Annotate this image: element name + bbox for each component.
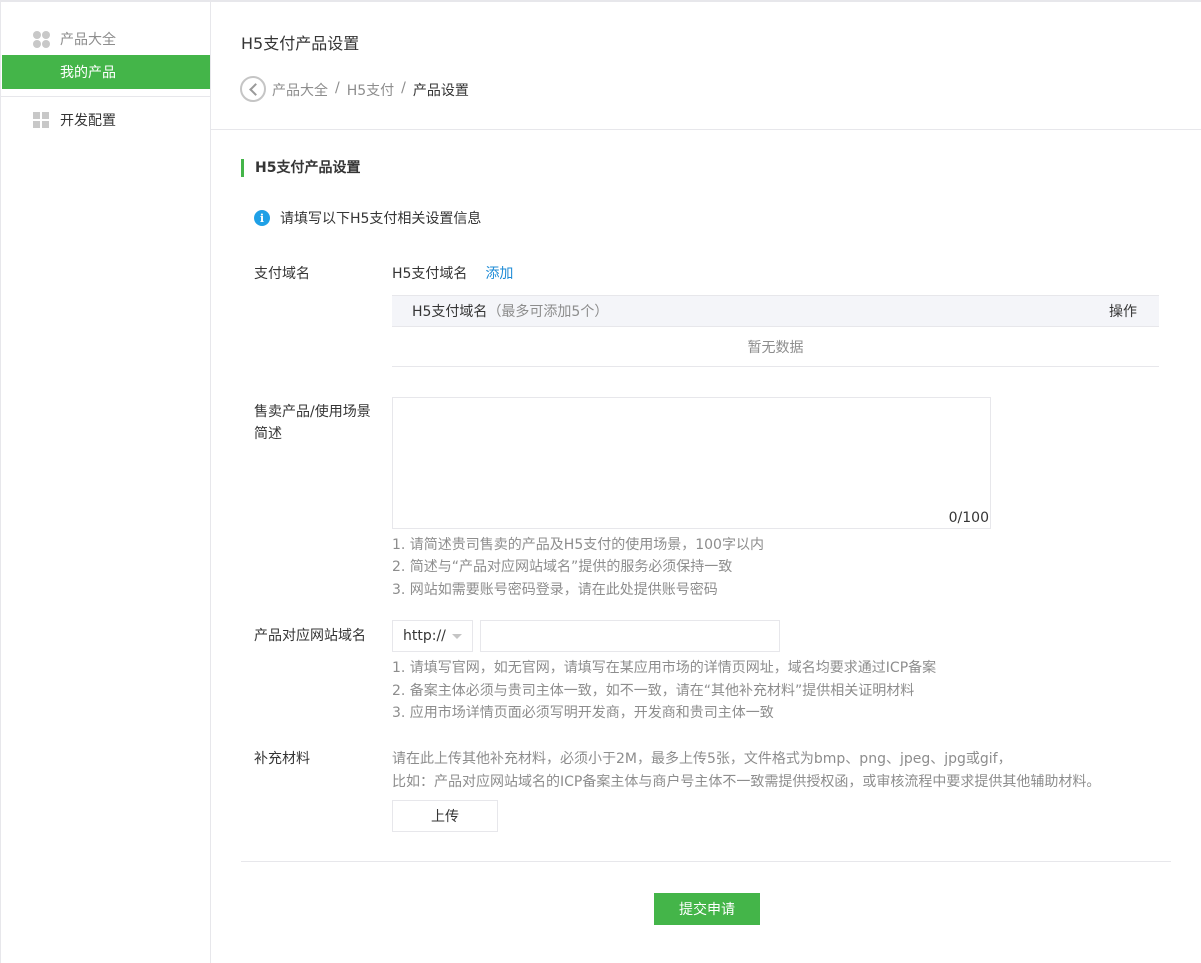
description-label-line2: 简述: [254, 426, 282, 442]
protocol-select[interactable]: http://: [392, 620, 473, 652]
products-flower-icon: [33, 30, 50, 48]
description-label-line1: 售卖产品/使用场景: [254, 404, 371, 420]
action-column-header: 操作: [1109, 304, 1137, 320]
pay-domain-label: 支付域名: [254, 266, 310, 282]
breadcrumb-separator: /: [401, 80, 406, 96]
website-hint-1: 1. 请填写官网，如无官网，请填写在某应用市场的详情页网址，域名均要求通过ICP…: [392, 660, 937, 676]
chevron-down-icon: [452, 634, 462, 639]
dev-config-grid-icon: [33, 111, 50, 129]
back-arrow-icon[interactable]: [240, 76, 266, 102]
description-hint-2: 2. 简述与“产品对应网站域名”提供的服务必须保持一致: [392, 559, 733, 575]
main-content: H5支付产品设置 产品大全 / H5支付 / 产品设置 H5支付产品设置 i 请…: [211, 2, 1201, 963]
description-textarea-box: 0/100: [392, 397, 991, 529]
page-title: H5支付产品设置: [241, 34, 360, 53]
description-textarea[interactable]: [393, 398, 990, 528]
pay-domain-field-name: H5支付域名: [392, 266, 468, 282]
description-label: 售卖产品/使用场景 简述: [254, 401, 371, 445]
info-notice: i 请填写以下H5支付相关设置信息: [254, 208, 481, 228]
upload-button[interactable]: 上传: [392, 800, 498, 832]
domain-column-subheader: （最多可添加5个）: [487, 304, 609, 320]
sidebar-group-products[interactable]: 产品大全: [1, 22, 210, 56]
info-text: 请填写以下H5支付相关设置信息: [280, 211, 482, 227]
breadcrumb: 产品大全 / H5支付 / 产品设置: [272, 80, 469, 100]
section-title: H5支付产品设置: [241, 159, 360, 177]
description-char-counter: 0/100: [948, 510, 989, 526]
website-hint-2: 2. 备案主体必须与贵司主体一致，如不一致，请在“其他补充材料”提供相关证明材料: [392, 683, 915, 699]
domain-table-empty: 暂无数据: [392, 327, 1159, 367]
website-hint-3: 3. 应用市场详情页面必须写明开发商，开发商和贵司主体一致: [392, 705, 774, 721]
protocol-select-value: http://: [403, 628, 446, 644]
sidebar-group-dev-config-label: 开发配置: [60, 113, 116, 129]
sidebar: 产品大全 我的产品 开发配置: [0, 2, 211, 963]
breadcrumb-h5-pay[interactable]: H5支付: [347, 80, 394, 100]
info-icon: i: [254, 210, 270, 226]
website-domain-input[interactable]: [480, 620, 780, 652]
materials-hint-1: 请在此上传其他补充材料，必须小于2M，最多上传5张，文件格式为bmp、png、j…: [392, 751, 1012, 767]
pay-domain-row: H5支付域名 添加: [392, 263, 513, 283]
sidebar-group-products-label: 产品大全: [60, 32, 116, 48]
form-bottom-divider: [241, 861, 1171, 862]
domain-column-header: H5支付域名: [412, 304, 488, 320]
sidebar-item-my-products[interactable]: 我的产品: [2, 55, 210, 89]
breadcrumb-separator: /: [335, 80, 340, 96]
description-hint-1: 1. 请简述贵司售卖的产品及H5支付的使用场景，100字以内: [392, 537, 764, 553]
description-hint-3: 3. 网站如需要账号密码登录，请在此处提供账号密码: [392, 582, 718, 598]
header-divider: [211, 129, 1201, 130]
breadcrumb-products[interactable]: 产品大全: [272, 80, 328, 100]
domain-table-header: H5支付域名（最多可添加5个） 操作: [392, 295, 1159, 327]
add-domain-link[interactable]: 添加: [485, 263, 513, 283]
website-domain-label: 产品对应网站域名: [254, 628, 366, 644]
materials-hint-2: 比如：产品对应网站域名的ICP备案主体与商户号主体不一致需提供授权函，或审核流程…: [392, 774, 1101, 790]
sidebar-divider: [1, 96, 210, 97]
breadcrumb-current: 产品设置: [412, 83, 469, 99]
sidebar-group-dev-config[interactable]: 开发配置: [1, 103, 210, 137]
sidebar-item-my-products-label: 我的产品: [60, 65, 116, 81]
materials-label: 补充材料: [254, 751, 310, 767]
submit-application-button[interactable]: 提交申请: [654, 893, 760, 925]
